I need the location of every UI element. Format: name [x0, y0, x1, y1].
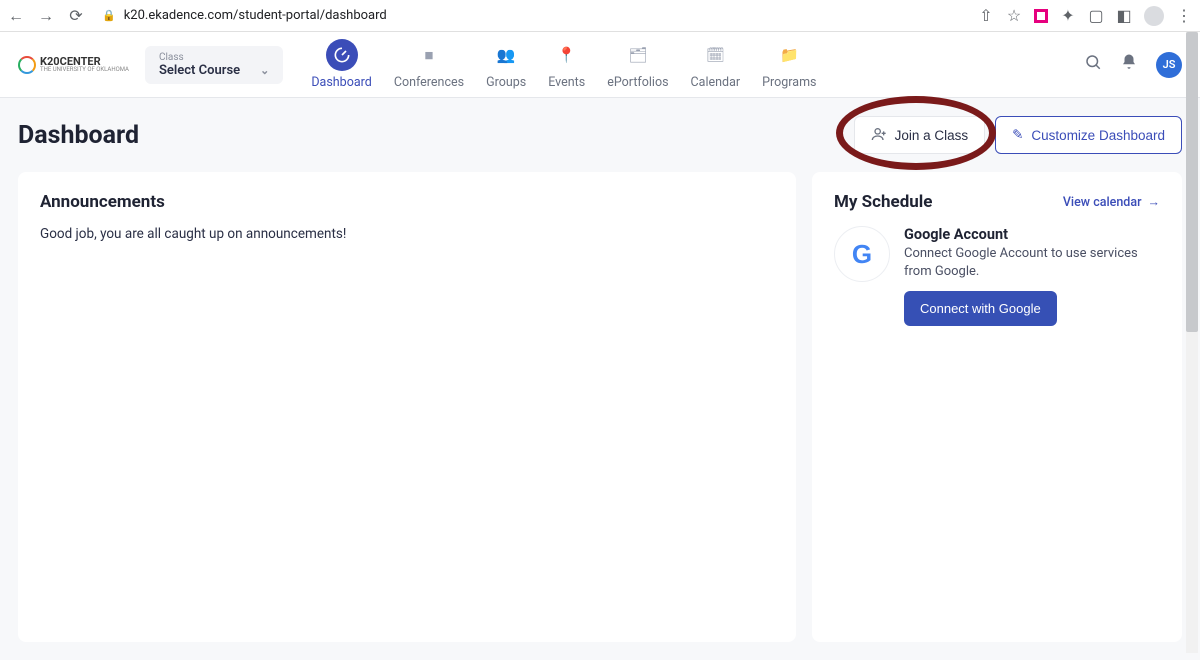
view-calendar-link[interactable]: View calendar →: [1063, 195, 1160, 210]
browser-toolbar: ← → ⟳ 🔒 k20.ekadence.com/student-portal/…: [0, 0, 1200, 32]
pin-icon: 📍: [551, 39, 583, 71]
app-header: K20CENTER THE UNIVERSITY OF OKLAHOMA Cla…: [0, 32, 1200, 98]
schedule-heading: My Schedule: [834, 192, 932, 212]
nav-calendar[interactable]: 🗓 Calendar: [691, 39, 741, 90]
nav-programs[interactable]: 📁 Programs: [762, 39, 816, 90]
connect-google-button[interactable]: Connect with Google: [904, 291, 1057, 326]
nav-label: Programs: [762, 75, 816, 90]
course-select-value: Select Course: [159, 63, 240, 78]
link-label: View calendar: [1063, 195, 1142, 210]
schedule-card: My Schedule View calendar → G Google Acc…: [812, 172, 1182, 642]
back-icon[interactable]: ←: [8, 8, 24, 24]
user-plus-icon: [871, 126, 887, 145]
arrow-right-icon: →: [1148, 195, 1161, 210]
main-nav: Dashboard ■ Conferences 👥 Groups 📍 Event…: [311, 39, 816, 90]
extensions-puzzle-icon[interactable]: ✦: [1060, 8, 1076, 24]
wand-icon: ✎: [1012, 127, 1023, 143]
button-label: Join a Class: [895, 128, 969, 143]
course-select[interactable]: Class Select Course ⌄: [145, 46, 283, 84]
nav-groups[interactable]: 👥 Groups: [486, 39, 526, 90]
logo[interactable]: K20CENTER THE UNIVERSITY OF OKLAHOMA: [18, 56, 129, 74]
people-icon: 👥: [490, 39, 522, 71]
course-select-label: Class: [159, 52, 269, 63]
share-icon[interactable]: ⇧: [978, 8, 994, 24]
nav-label: Conferences: [394, 75, 464, 90]
scrollbar[interactable]: [1186, 32, 1198, 653]
nav-eportfolios[interactable]: 🗂 ePortfolios: [607, 39, 668, 90]
nav-label: Events: [548, 75, 585, 90]
nav-events[interactable]: 📍 Events: [548, 39, 585, 90]
briefcase-icon: 🗂: [622, 39, 654, 71]
search-icon[interactable]: [1084, 53, 1102, 76]
forward-icon[interactable]: →: [38, 8, 54, 24]
logo-subtext: THE UNIVERSITY OF OKLAHOMA: [40, 67, 129, 73]
google-title: Google Account: [904, 226, 1160, 243]
menu-icon[interactable]: ⋮: [1176, 8, 1192, 24]
folder-icon: 📁: [773, 39, 805, 71]
reload-icon[interactable]: ⟳: [68, 8, 84, 24]
profile-avatar-icon[interactable]: [1144, 6, 1164, 26]
google-icon: G: [834, 226, 890, 282]
announcements-heading: Announcements: [40, 192, 774, 212]
star-icon[interactable]: ☆: [1006, 8, 1022, 24]
nav-label: ePortfolios: [607, 75, 668, 90]
chevron-down-icon: ⌄: [260, 64, 269, 77]
page-body: Dashboard Join a Class ✎ Customize Dashb…: [0, 98, 1200, 660]
address-bar[interactable]: 🔒 k20.ekadence.com/student-portal/dashbo…: [96, 8, 966, 23]
nav-dashboard[interactable]: Dashboard: [311, 39, 371, 90]
nav-label: Groups: [486, 75, 526, 90]
join-class-button[interactable]: Join a Class: [854, 116, 986, 154]
announcements-card: Announcements Good job, you are all caug…: [18, 172, 796, 642]
page-title: Dashboard: [18, 121, 139, 150]
nav-conferences[interactable]: ■ Conferences: [394, 39, 464, 90]
google-desc: Connect Google Account to use services f…: [904, 245, 1160, 281]
logo-mark-icon: [18, 56, 36, 74]
user-avatar[interactable]: JS: [1156, 52, 1182, 78]
bell-icon[interactable]: [1120, 53, 1138, 76]
google-connect-box: G Google Account Connect Google Account …: [834, 226, 1160, 326]
video-icon: ■: [413, 39, 445, 71]
cast-icon[interactable]: ▢: [1088, 8, 1104, 24]
gauge-icon: [326, 39, 358, 71]
announcements-body: Good job, you are all caught up on annou…: [40, 226, 774, 242]
customize-dashboard-button[interactable]: ✎ Customize Dashboard: [995, 116, 1182, 154]
nav-label: Calendar: [691, 75, 741, 90]
nav-label: Dashboard: [311, 75, 371, 90]
extension-icon[interactable]: [1034, 9, 1048, 23]
panel-icon[interactable]: ◧: [1116, 8, 1132, 24]
calendar-icon: 🗓: [699, 39, 731, 71]
scrollbar-thumb[interactable]: [1186, 32, 1198, 332]
lock-icon: 🔒: [102, 9, 116, 22]
button-label: Customize Dashboard: [1031, 128, 1165, 143]
url-text: k20.ekadence.com/student-portal/dashboar…: [124, 8, 387, 23]
